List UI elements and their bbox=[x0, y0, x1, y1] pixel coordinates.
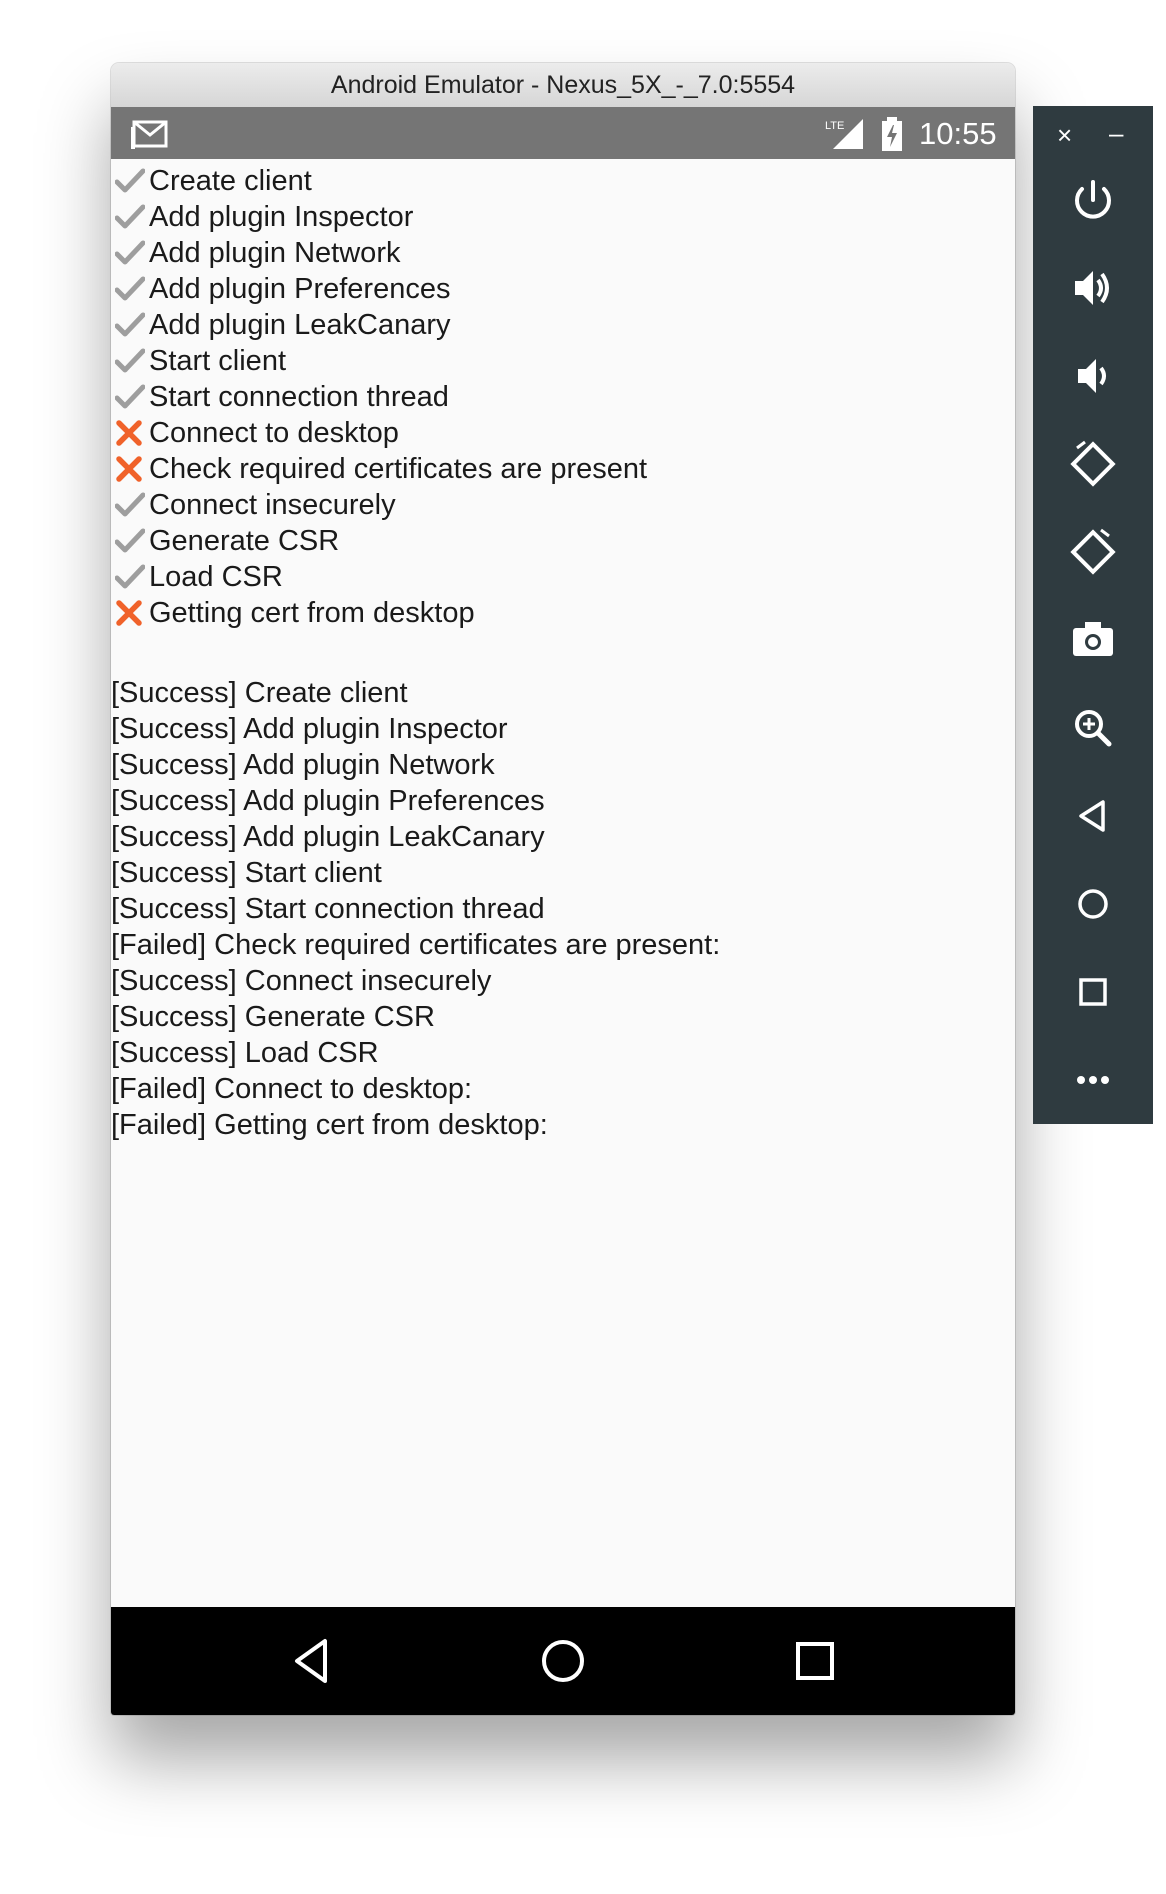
step-item: Start connection thread bbox=[111, 379, 647, 415]
android-nav-bar bbox=[111, 1607, 1015, 1715]
step-label: Add plugin Inspector bbox=[149, 201, 414, 233]
step-label: Connect insecurely bbox=[149, 489, 396, 521]
back-icon[interactable] bbox=[1063, 786, 1123, 846]
more-icon[interactable] bbox=[1063, 1050, 1123, 1110]
step-item: Add plugin LeakCanary bbox=[111, 307, 647, 343]
step-label: Add plugin Preferences bbox=[149, 273, 451, 305]
message-icon bbox=[131, 119, 169, 154]
android-status-bar: LTE 10:55 bbox=[111, 107, 1015, 159]
emulator-window: Android Emulator - Nexus_5X_-_7.0:5554 L… bbox=[111, 63, 1015, 1715]
step-list: Create client Add plugin Inspector Add plu… bbox=[111, 163, 647, 631]
step-label: Add plugin LeakCanary bbox=[149, 309, 451, 341]
status-clock: 10:55 bbox=[919, 116, 997, 151]
step-item: Add plugin Network bbox=[111, 235, 647, 271]
step-item: Connect insecurely bbox=[111, 487, 647, 523]
log-line: [Success] Create client bbox=[111, 677, 408, 709]
overview-icon[interactable] bbox=[1063, 962, 1123, 1022]
log-line: [Failed] Connect to desktop: bbox=[111, 1073, 473, 1105]
log-line: [Success] Generate CSR bbox=[111, 1001, 435, 1033]
emulator-side-panel: × – bbox=[1033, 106, 1153, 1124]
step-label: Connect to desktop bbox=[149, 417, 399, 449]
step-item: Add plugin Inspector bbox=[111, 199, 647, 235]
check-icon bbox=[111, 487, 149, 523]
rotate-left-icon[interactable] bbox=[1063, 434, 1123, 494]
check-icon bbox=[111, 523, 149, 559]
volume-down-icon[interactable] bbox=[1063, 346, 1123, 406]
cross-icon bbox=[111, 451, 149, 487]
app-content: Create client Add plugin Inspector Add plu… bbox=[111, 159, 1015, 1547]
camera-icon[interactable] bbox=[1063, 610, 1123, 670]
power-icon[interactable] bbox=[1063, 170, 1123, 230]
cross-icon bbox=[111, 595, 149, 631]
check-icon bbox=[111, 379, 149, 415]
log-line: [Success] Add plugin Preferences bbox=[111, 785, 545, 817]
log-list: [Success] Create client [Success] Add plu… bbox=[111, 675, 720, 1143]
log-line: [Success] Start client bbox=[111, 857, 382, 889]
home-icon[interactable] bbox=[1063, 874, 1123, 934]
step-label: Add plugin Network bbox=[149, 237, 401, 269]
log-line: [Success] Start connection thread bbox=[111, 893, 545, 925]
zoom-icon[interactable] bbox=[1063, 698, 1123, 758]
svg-text:LTE: LTE bbox=[825, 120, 844, 132]
log-line: [Success] Add plugin Network bbox=[111, 749, 495, 781]
log-line: [Failed] Getting cert from desktop: bbox=[111, 1109, 548, 1141]
step-item: Create client bbox=[111, 163, 647, 199]
check-icon bbox=[111, 343, 149, 379]
step-item: Load CSR bbox=[111, 559, 647, 595]
step-label: Check required certificates are present bbox=[149, 453, 648, 485]
step-item: Connect to desktop bbox=[111, 415, 647, 451]
minimize-button[interactable]: – bbox=[1109, 120, 1123, 146]
cross-icon bbox=[111, 415, 149, 451]
check-icon bbox=[111, 271, 149, 307]
log-line: [Success] Add plugin LeakCanary bbox=[111, 821, 545, 853]
step-item: Start client bbox=[111, 343, 647, 379]
log-line: [Success] Load CSR bbox=[111, 1037, 379, 1069]
check-icon bbox=[111, 235, 149, 271]
step-item: Generate CSR bbox=[111, 523, 647, 559]
step-label: Load CSR bbox=[149, 561, 283, 593]
step-item: Check required certificates are present bbox=[111, 451, 647, 487]
check-icon bbox=[111, 559, 149, 595]
nav-home-icon[interactable] bbox=[535, 1633, 591, 1689]
step-label: Getting cert from desktop bbox=[149, 597, 475, 629]
step-item: Getting cert from desktop bbox=[111, 595, 647, 631]
step-label: Start connection thread bbox=[149, 381, 449, 413]
step-item: Add plugin Preferences bbox=[111, 271, 647, 307]
check-icon bbox=[111, 199, 149, 235]
check-icon bbox=[111, 163, 149, 199]
rotate-right-icon[interactable] bbox=[1063, 522, 1123, 582]
volume-up-icon[interactable] bbox=[1063, 258, 1123, 318]
nav-back-icon[interactable] bbox=[285, 1633, 341, 1689]
log-line: [Success] Connect insecurely bbox=[111, 965, 492, 997]
step-label: Create client bbox=[149, 165, 312, 197]
nav-recents-icon[interactable] bbox=[787, 1633, 843, 1689]
close-button[interactable]: × bbox=[1057, 122, 1072, 148]
step-label: Generate CSR bbox=[149, 525, 340, 557]
check-icon bbox=[111, 307, 149, 343]
battery-charging-icon bbox=[881, 117, 903, 156]
window-title: Android Emulator - Nexus_5X_-_7.0:5554 bbox=[111, 63, 1015, 108]
lte-signal-icon: LTE bbox=[825, 117, 865, 156]
step-label: Start client bbox=[149, 345, 286, 377]
log-line: [Failed] Check required certificates are… bbox=[111, 929, 721, 961]
log-line: [Success] Add plugin Inspector bbox=[111, 713, 508, 745]
